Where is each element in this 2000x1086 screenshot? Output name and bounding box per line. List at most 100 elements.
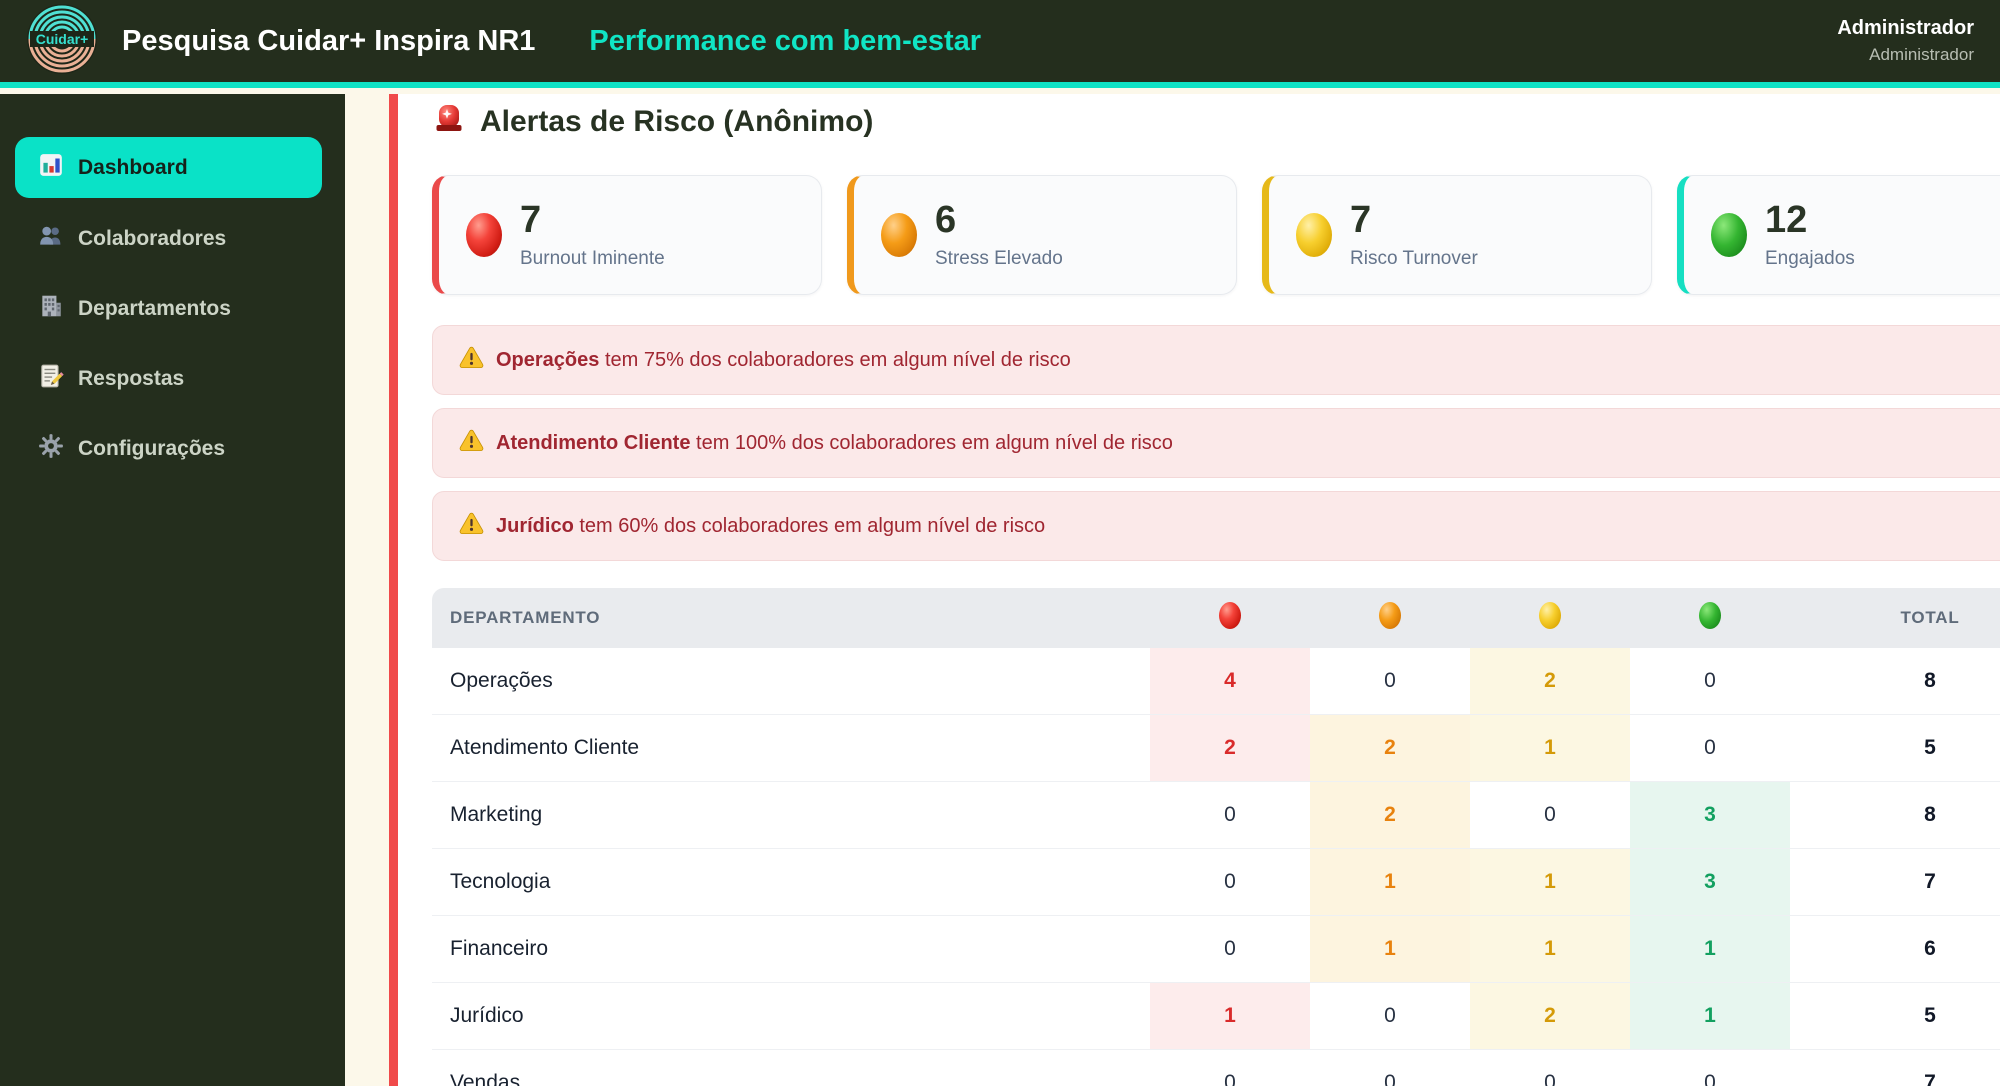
- warning-icon: [459, 512, 484, 541]
- department-cell: Tecnologia: [450, 870, 551, 893]
- stat-label: Burnout Iminente: [520, 247, 665, 269]
- sidebar-item-label: Colaboradores: [78, 227, 227, 250]
- sidebar-nav: Dashboard Colaboradores Departamentos Respo…: [0, 137, 345, 484]
- risk-cell-orange: 2: [1310, 782, 1470, 848]
- page-title: Alertas de Risco (Anônimo): [480, 105, 874, 138]
- stat-label: Engajados: [1765, 247, 1855, 269]
- risk-value: 0: [1224, 937, 1236, 960]
- risk-cell-red: 2: [1150, 715, 1310, 781]
- department-cell: Vendas: [450, 1071, 521, 1086]
- alert-department: Jurídico: [496, 514, 574, 537]
- department-cell: Operações: [450, 669, 553, 692]
- building-icon: [38, 293, 64, 325]
- risk-alert-juridico: Jurídico tem 60% dos colaboradores em al…: [432, 491, 2000, 561]
- table-row-operacoes: Operações 4 0 2 0 8: [432, 648, 2000, 715]
- risk-value: 0: [1544, 803, 1556, 826]
- department-cell: Atendimento Cliente: [450, 736, 640, 759]
- risk-cell-green: 0: [1630, 1050, 1790, 1086]
- risk-cell-orange: 2: [1310, 715, 1470, 781]
- logo-text: Cuidar+: [36, 31, 89, 47]
- sidebar-item-label: Respostas: [78, 367, 185, 390]
- cuidar-logo-icon: Cuidar+: [26, 3, 98, 80]
- risk-value: 2: [1384, 736, 1396, 759]
- risk-cell-red: 1: [1150, 983, 1310, 1049]
- risk-value: 4: [1224, 669, 1236, 692]
- risk-cell-orange: 0: [1310, 648, 1470, 714]
- department-cell: Marketing: [450, 803, 543, 826]
- sidebar-item-colaboradores[interactable]: Colaboradores: [0, 204, 345, 274]
- sidebar-item-dashboard[interactable]: Dashboard: [15, 137, 322, 198]
- risk-cell-green: 1: [1630, 983, 1790, 1049]
- risk-cell-green: 0: [1630, 648, 1790, 714]
- risk-cell-red: 0: [1150, 782, 1310, 848]
- alert-department: Atendimento Cliente: [496, 431, 691, 454]
- column-header-yellow: [1470, 602, 1630, 634]
- orange-dot-icon: [881, 213, 917, 257]
- table-row-vendas: Vendas 0 0 0 0 7: [432, 1050, 2000, 1086]
- table-header-row: DEPARTAMENTO TOTAL: [432, 588, 2000, 648]
- risk-value: 1: [1384, 937, 1396, 960]
- table-row-atendimento-cliente: Atendimento Cliente 2 2 1 0 5: [432, 715, 2000, 782]
- column-header-departamento: DEPARTAMENTO: [450, 608, 601, 627]
- orange-dot-icon: [1379, 602, 1401, 629]
- table-row-juridico: Jurídico 1 0 2 1 5: [432, 983, 2000, 1050]
- stat-value: 12: [1765, 198, 1808, 241]
- risk-table: DEPARTAMENTO TOTAL Operações 4 0 2 0 8 Atendim…: [432, 588, 2000, 1086]
- total-cell: 7: [1924, 1071, 1936, 1086]
- table-body: Operações 4 0 2 0 8 Atendimento Cliente 2 2 1 0 5 Ma…: [432, 648, 2000, 1086]
- department-cell: Jurídico: [450, 1004, 524, 1027]
- total-cell: 5: [1924, 736, 1936, 759]
- stat-card-stress-elevado: 6 Stress Elevado: [847, 175, 1237, 295]
- warning-icon: [459, 346, 484, 375]
- risk-cell-yellow: 1: [1470, 715, 1630, 781]
- risk-value: 2: [1544, 669, 1556, 692]
- risk-value: 2: [1384, 803, 1396, 826]
- sidebar-item-respostas[interactable]: Respostas: [0, 344, 345, 414]
- risk-cell-red: 0: [1150, 916, 1310, 982]
- table-row-financeiro: Financeiro 0 1 1 1 6: [432, 916, 2000, 983]
- risk-value: 0: [1704, 736, 1716, 759]
- total-cell: 7: [1924, 870, 1936, 893]
- stat-label: Risco Turnover: [1350, 247, 1478, 269]
- total-cell: 8: [1924, 803, 1936, 826]
- sidebar-item-label: Departamentos: [78, 297, 231, 320]
- risk-value: 1: [1544, 870, 1556, 893]
- risk-cell-orange: 0: [1310, 983, 1470, 1049]
- risk-value: 3: [1704, 870, 1716, 893]
- total-cell: 8: [1924, 669, 1936, 692]
- column-header-green: [1630, 602, 1790, 634]
- risk-value: 1: [1704, 1004, 1716, 1027]
- table-row-marketing: Marketing 0 2 0 3 8: [432, 782, 2000, 849]
- risk-cell-green: 0: [1630, 715, 1790, 781]
- risk-value: 2: [1544, 1004, 1556, 1027]
- stat-card-burnout-iminente: 7 Burnout Iminente: [432, 175, 822, 295]
- risk-value: 1: [1704, 937, 1716, 960]
- risk-alert-operacoes: Operações tem 75% dos colaboradores em a…: [432, 325, 2000, 395]
- risk-cell-yellow: 1: [1470, 916, 1630, 982]
- stat-label: Stress Elevado: [935, 247, 1063, 269]
- green-dot-icon: [1699, 602, 1721, 629]
- stat-value: 6: [935, 198, 957, 241]
- stat-card-risco-turnover: 7 Risco Turnover: [1262, 175, 1652, 295]
- risk-alert-atendimento-cliente: Atendimento Cliente tem 100% dos colabor…: [432, 408, 2000, 478]
- sidebar-item-configuracoes[interactable]: Configurações: [0, 414, 345, 484]
- risk-cell-orange: 1: [1310, 916, 1470, 982]
- risk-value: 0: [1224, 870, 1236, 893]
- sidebar-item-label: Dashboard: [78, 155, 188, 179]
- risk-value: 1: [1544, 736, 1556, 759]
- app-title: Pesquisa Cuidar+ Inspira NR1: [122, 24, 536, 57]
- risk-value: 1: [1544, 937, 1556, 960]
- risk-cell-green: 1: [1630, 916, 1790, 982]
- stat-value: 7: [520, 198, 542, 241]
- memo-icon: [38, 363, 64, 395]
- risk-value: 1: [1384, 870, 1396, 893]
- sidebar-item-departamentos[interactable]: Departamentos: [0, 274, 345, 344]
- risk-value: 0: [1384, 1004, 1396, 1027]
- gear-icon: [38, 433, 64, 465]
- risk-cell-red: 4: [1150, 648, 1310, 714]
- risk-cell-yellow: 1: [1470, 849, 1630, 915]
- risk-cell-yellow: 2: [1470, 983, 1630, 1049]
- stat-cards-row: 7 Burnout Iminente 6 Stress Elevado 7 Risco T…: [432, 175, 2000, 295]
- user-block: Administrador Administrador: [1837, 16, 1974, 65]
- total-cell: 5: [1924, 1004, 1936, 1027]
